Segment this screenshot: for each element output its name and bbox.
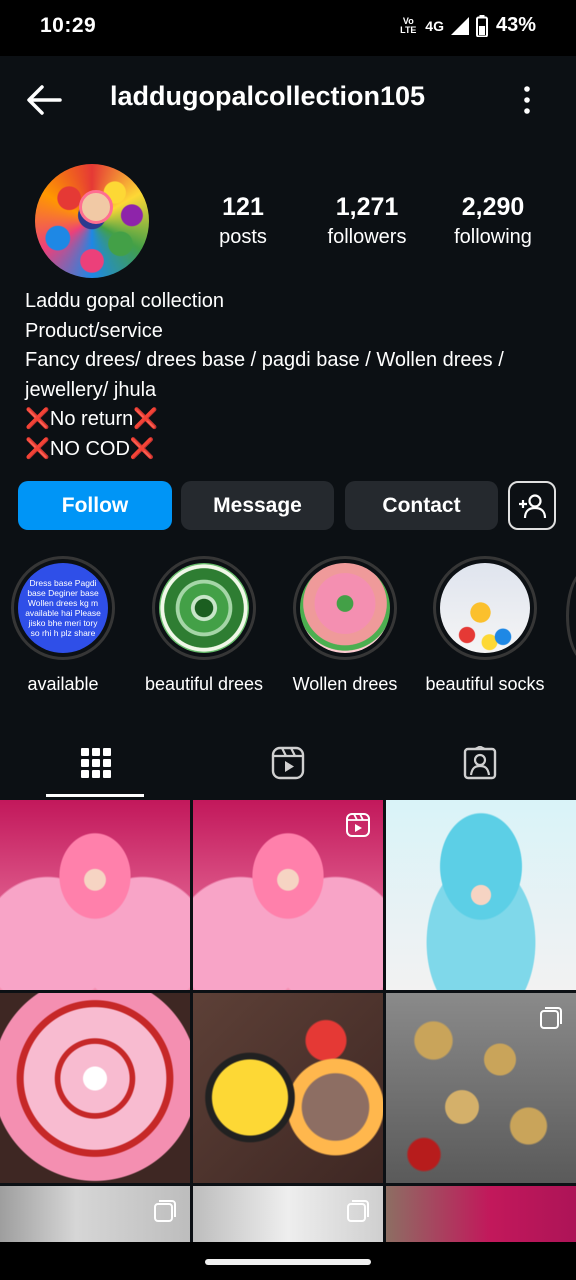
highlight-label: available <box>27 674 99 694</box>
bio-no-return: ❌No return❌ <box>25 405 565 435</box>
highlight-label: beautiful drees <box>144 674 264 694</box>
message-button[interactable]: Message <box>181 481 334 530</box>
post-thumbnail[interactable] <box>0 993 190 1183</box>
profile-avatar[interactable] <box>35 164 149 278</box>
tab-reels[interactable] <box>192 728 384 798</box>
active-tab-indicator <box>46 794 144 797</box>
suggested-users-button[interactable] <box>508 481 556 530</box>
avatar-figure <box>79 190 113 224</box>
highlight-available[interactable]: Dress base Pagdi base Deginer base Wolle… <box>0 556 133 695</box>
post-thumbnail[interactable] <box>386 800 576 990</box>
post-thumbnail[interactable] <box>193 993 383 1183</box>
post-thumbnail[interactable] <box>386 1186 576 1242</box>
bio-line-3: No return <box>49 408 134 430</box>
network-type: 4G <box>425 17 444 34</box>
add-user-icon <box>519 493 547 518</box>
posts-grid <box>0 800 576 1250</box>
bio-no-cod: ❌NO COD❌ <box>25 435 565 465</box>
following-label: following <box>454 226 532 248</box>
battery-icon <box>475 14 488 37</box>
post-thumbnail[interactable] <box>0 800 190 990</box>
profile-bio: Laddu gopal collection Product/service F… <box>25 287 565 464</box>
following-stat[interactable]: 2,290 following <box>442 192 544 252</box>
status-bar: 10:29 Vo LTE 4G 43% <box>0 0 576 56</box>
cross-mark-icon: ❌ <box>129 437 155 460</box>
bio-line-1: Fancy drees/ drees base / pagdi base / W… <box>25 349 504 371</box>
cross-mark-icon: ❌ <box>25 437 50 460</box>
grid-icon <box>81 748 111 778</box>
post-thumbnail[interactable] <box>193 1186 383 1242</box>
bio-category: Product/service <box>25 319 163 342</box>
highlight-cover <box>300 563 390 653</box>
more-options-button[interactable] <box>512 80 542 120</box>
highlight-beautiful-socks[interactable]: beautiful socks <box>415 556 555 695</box>
post-thumbnail[interactable] <box>386 993 576 1183</box>
highlight-ring: Dress base Pagdi base Deginer base Wolle… <box>11 556 115 660</box>
bio-name: Laddu gopal collection <box>25 290 225 312</box>
highlight-cover <box>440 563 530 653</box>
system-nav-bar <box>0 1242 576 1280</box>
multiple-photos-icon <box>540 1007 562 1029</box>
highlight-ring <box>152 556 256 660</box>
home-gesture-pill[interactable] <box>205 1259 371 1265</box>
highlight-beautiful-drees[interactable]: beautiful drees <box>134 556 274 695</box>
posts-stat[interactable]: 121 posts <box>206 192 280 252</box>
profile-username: laddugopalcollection105 <box>110 81 426 111</box>
contact-button[interactable]: Contact <box>345 481 498 530</box>
highlight-next-partial[interactable] <box>566 570 576 662</box>
posts-count: 121 <box>222 193 264 221</box>
reels-icon <box>271 746 305 780</box>
highlight-ring <box>433 556 537 660</box>
post-thumbnail[interactable] <box>193 800 383 990</box>
followers-label: followers <box>327 226 407 248</box>
highlight-label: beautiful socks <box>425 674 545 694</box>
highlight-cover <box>159 563 249 653</box>
more-vertical-icon <box>524 86 530 114</box>
highlight-label: Wollen drees <box>292 674 398 694</box>
profile-header: laddugopalcollection105 <box>0 56 576 144</box>
signal-icon <box>450 16 469 35</box>
highlight-wollen-drees[interactable]: Wollen drees <box>275 556 415 695</box>
cross-mark-icon: ❌ <box>133 408 159 430</box>
bio-line-2: jewellery/ jhula <box>25 378 157 401</box>
followers-stat[interactable]: 1,271 followers <box>318 192 416 252</box>
multiple-photos-icon <box>347 1200 369 1222</box>
arrow-left-icon <box>27 85 62 115</box>
status-time: 10:29 <box>40 14 97 37</box>
back-button[interactable] <box>22 80 66 120</box>
highlight-cover: Dress base Pagdi base Deginer base Wolle… <box>18 563 108 653</box>
followers-count: 1,271 <box>335 193 399 221</box>
battery-percent: 43% <box>495 14 536 36</box>
tab-tagged[interactable] <box>384 728 576 798</box>
post-thumbnail[interactable] <box>0 1186 190 1242</box>
posts-label: posts <box>219 226 267 248</box>
profile-tabs <box>0 728 576 798</box>
reel-badge-icon <box>346 813 370 837</box>
profile-screen: 10:29 Vo LTE 4G 43% laddugopalcollection1… <box>0 0 576 1280</box>
multiple-photos-icon <box>154 1200 176 1222</box>
follow-button[interactable]: Follow <box>18 481 172 530</box>
following-count: 2,290 <box>461 193 525 221</box>
cross-mark-icon: ❌ <box>25 408 50 430</box>
tagged-icon <box>463 746 497 780</box>
status-icons: Vo LTE 4G 43% <box>397 14 536 37</box>
tab-posts-grid[interactable] <box>0 728 192 798</box>
highlight-ring <box>293 556 397 660</box>
volte-icon: Vo LTE <box>400 15 417 35</box>
bio-line-4: NO COD <box>49 437 130 460</box>
